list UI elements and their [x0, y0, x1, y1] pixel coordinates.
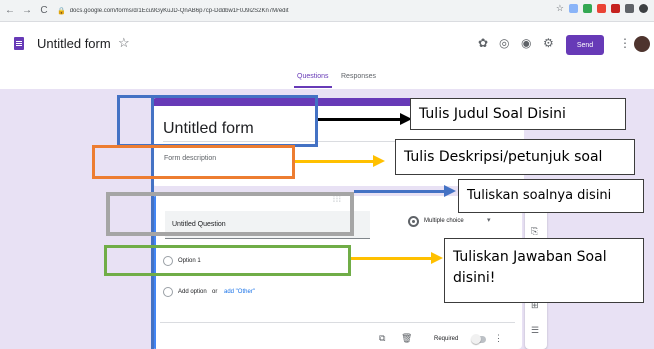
answer-highlight-box	[104, 245, 351, 276]
url-text: docs.google.com/forms/d/1Ecu9GyKuJD-QnAB…	[69, 7, 289, 14]
add-section-icon[interactable]: ☰	[531, 325, 539, 336]
star-icon[interactable]: ☆	[118, 35, 130, 51]
avatar[interactable]	[634, 36, 650, 52]
lock-icon: 🔒	[57, 7, 66, 15]
answer-arrow	[351, 257, 433, 260]
answer-arrowhead	[431, 252, 443, 264]
tab-responses[interactable]: Responses	[341, 73, 376, 80]
tab-questions[interactable]: Questions	[297, 73, 329, 80]
send-button[interactable]: Send	[566, 35, 604, 55]
reload-icon[interactable]: C	[37, 5, 51, 16]
divider	[160, 322, 515, 323]
radio-type-icon	[408, 216, 419, 227]
or-label: or	[212, 289, 218, 295]
answer-callout: Tuliskan Jawaban Soal disini!	[444, 238, 644, 303]
address-bar[interactable]: 🔒 docs.google.com/forms/d/1Ecu9GyKuJD-Qn…	[57, 4, 477, 18]
palette-icon[interactable]: ◎	[499, 36, 509, 50]
title-arrow	[318, 118, 402, 121]
extension-icon[interactable]	[583, 4, 592, 13]
description-arrow	[295, 160, 375, 163]
chevron-down-icon[interactable]: ▾	[487, 216, 491, 224]
required-label: Required	[434, 336, 459, 342]
description-arrowhead	[373, 155, 385, 167]
forms-logo-icon	[14, 37, 24, 50]
browser-toolbar: ← → C 🔒 docs.google.com/forms/d/1Ecu9GyK…	[0, 0, 654, 22]
description-highlight-box	[92, 145, 295, 179]
title-callout: Tulis Judul Soal Disini	[410, 98, 626, 130]
back-icon[interactable]: ←	[3, 5, 17, 16]
extension-icons: ☆	[556, 4, 648, 13]
tab-bar: Questions Responses	[0, 69, 654, 89]
answer-callout-line: Tuliskan Jawaban Soal	[453, 249, 607, 265]
puzzle-icon[interactable]	[625, 4, 634, 13]
customize-theme-icon[interactable]: ✿	[478, 36, 488, 50]
question-arrowhead	[444, 185, 456, 197]
import-questions-icon[interactable]: ⎘	[531, 226, 538, 237]
profile-icon[interactable]	[639, 4, 648, 13]
settings-gear-icon[interactable]: ⚙	[543, 36, 554, 50]
more-vert-icon[interactable]: ⋮	[494, 333, 503, 344]
duplicate-icon[interactable]: ⧉	[379, 333, 385, 344]
forms-header: Untitled form ☆ ✿ ◎ ◉ ⚙ Send ⋮	[0, 23, 654, 69]
more-options-icon[interactable]: ⋮	[619, 36, 631, 50]
trash-icon[interactable]: 🗑	[401, 333, 412, 344]
title-highlight-box	[117, 95, 318, 147]
description-callout: Tulis Deskripsi/petunjuk soal	[395, 139, 635, 175]
preview-eye-icon[interactable]: ◉	[521, 36, 531, 50]
extension-icon[interactable]	[597, 4, 606, 13]
add-option-radio	[163, 287, 173, 297]
document-title[interactable]: Untitled form	[37, 36, 111, 51]
required-toggle[interactable]	[471, 334, 486, 344]
question-arrow	[354, 190, 446, 193]
extension-icon[interactable]	[611, 4, 620, 13]
question-type-select[interactable]: Multiple choice	[424, 218, 464, 224]
question-highlight-box	[106, 192, 354, 236]
question-callout: Tuliskan soalnya disini	[458, 179, 644, 213]
add-option-link[interactable]: Add option	[178, 289, 207, 295]
active-tab-indicator	[294, 86, 332, 88]
bookmark-star-icon[interactable]: ☆	[556, 4, 564, 13]
answer-callout-line: disini!	[453, 270, 496, 286]
forward-icon[interactable]: →	[20, 5, 34, 16]
add-other-link[interactable]: add "Other"	[224, 289, 255, 295]
extension-icon[interactable]	[569, 4, 578, 13]
